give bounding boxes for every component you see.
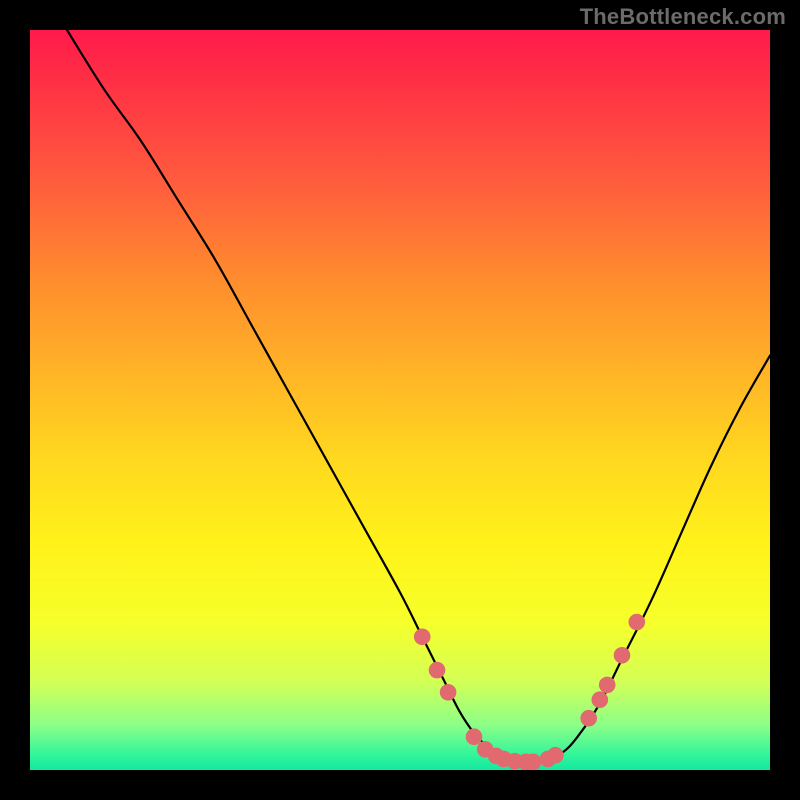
data-point	[429, 662, 445, 678]
data-point	[466, 729, 482, 745]
data-point	[629, 614, 645, 630]
data-point	[525, 754, 541, 770]
data-point	[581, 710, 597, 726]
data-points-group	[414, 614, 644, 769]
data-point	[414, 629, 430, 645]
watermark-text: TheBottleneck.com	[580, 4, 786, 30]
data-point	[548, 747, 564, 763]
data-point	[440, 685, 456, 701]
chart-stage: TheBottleneck.com	[0, 0, 800, 800]
data-point	[599, 677, 615, 693]
chart-svg	[30, 30, 770, 770]
data-point	[592, 692, 608, 708]
data-point	[614, 648, 630, 664]
chart-frame	[30, 30, 770, 770]
curve-line	[67, 30, 770, 763]
